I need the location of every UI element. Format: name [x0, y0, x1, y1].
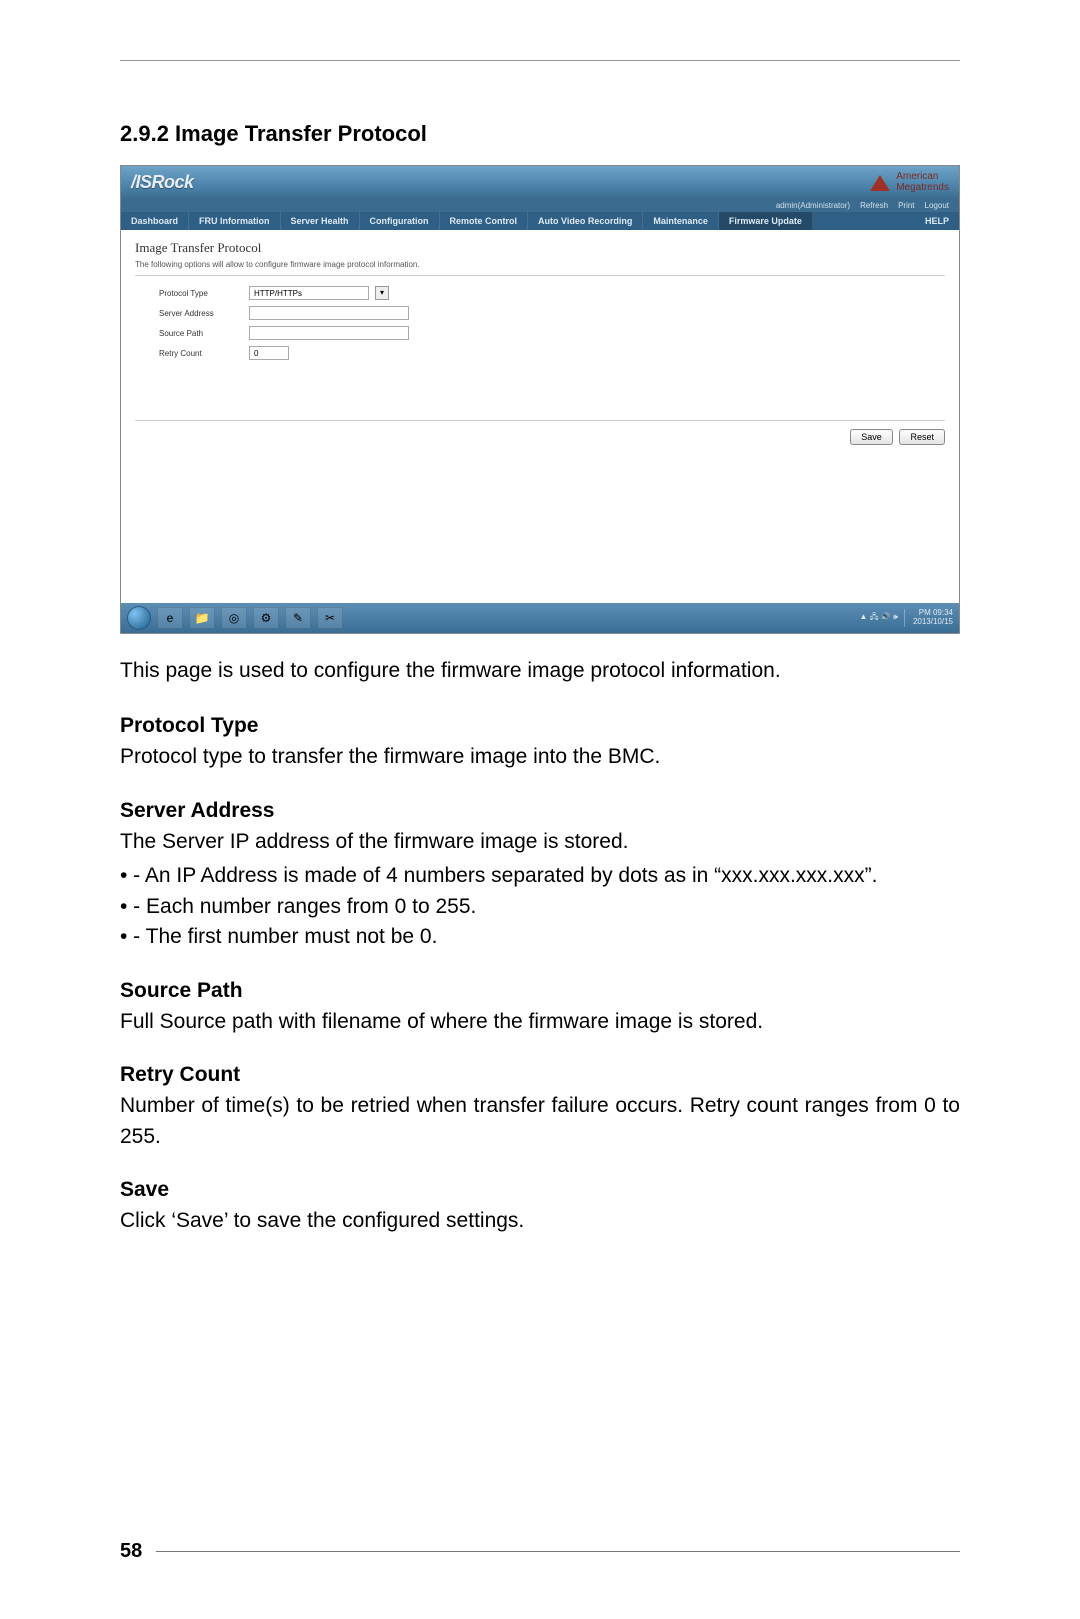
windows-taskbar: e 📁 ◎ ⚙ ✎ ✂ ▲ 🖧 🔊 🕪 PM 09:34 2013/10/15 [121, 603, 959, 633]
taskbar-app2-icon[interactable]: ⚙ [253, 607, 279, 629]
nav-fru[interactable]: FRU Information [189, 212, 281, 230]
intro-paragraph: This page is used to configure the firmw… [120, 656, 960, 686]
nav-firmware[interactable]: Firmware Update [719, 212, 813, 230]
taskbar-explorer-icon[interactable]: 📁 [189, 607, 215, 629]
nav-help[interactable]: HELP [915, 212, 959, 230]
top-rule [120, 60, 960, 61]
nav-dashboard[interactable]: Dashboard [121, 212, 189, 230]
screenshot-header: /ISRock American Megatrends [121, 166, 959, 199]
select-protocol-type[interactable] [249, 286, 369, 300]
page-number: 58 [120, 1540, 142, 1563]
nav-configuration[interactable]: Configuration [360, 212, 440, 230]
para-source-path: Full Source path with filename of where … [120, 1007, 960, 1037]
save-button[interactable]: Save [850, 429, 893, 445]
heading-protocol-type: Protocol Type [120, 714, 960, 738]
input-source-path[interactable] [249, 326, 409, 340]
ami-logo: American Megatrends [870, 172, 949, 193]
nav-avr[interactable]: Auto Video Recording [528, 212, 643, 230]
screenshot-page-title: Image Transfer Protocol [135, 240, 945, 256]
asrock-logo: /ISRock [131, 172, 194, 193]
heading-retry-count: Retry Count [120, 1063, 960, 1087]
userbar-user: admin(Administrator) [776, 201, 850, 210]
label-retry-count: Retry Count [159, 349, 249, 358]
label-source-path: Source Path [159, 329, 249, 338]
nav-bar: Dashboard FRU Information Server Health … [121, 212, 959, 230]
nav-remote[interactable]: Remote Control [440, 212, 529, 230]
dropdown-icon[interactable]: ▾ [375, 286, 389, 300]
para-protocol-type: Protocol type to transfer the firmware i… [120, 742, 960, 772]
config-form: Protocol Type ▾ Server Address Source Pa… [159, 286, 945, 360]
taskbar-app4-icon[interactable]: ✂ [317, 607, 343, 629]
form-divider [135, 420, 945, 421]
taskbar-app3-icon[interactable]: ✎ [285, 607, 311, 629]
heading-save: Save [120, 1178, 960, 1202]
start-button-icon[interactable] [127, 606, 151, 630]
screenshot-description: The following options will allow to conf… [135, 260, 945, 276]
label-server-address: Server Address [159, 309, 249, 318]
para-retry-count: Number of time(s) to be retried when tra… [120, 1091, 960, 1152]
screenshot-body: Image Transfer Protocol The following op… [121, 230, 959, 603]
tray-icons[interactable]: ▲ 🖧 🔊 🕪 [859, 611, 898, 625]
list-server-address: An IP Address is made of 4 numbers separ… [120, 861, 960, 952]
heading-server-address: Server Address [120, 799, 960, 823]
userbar-logout[interactable]: Logout [925, 201, 949, 210]
ami-text-top: American [896, 172, 949, 183]
page-footer: 58 [120, 1540, 960, 1563]
para-save: Click ‘Save’ to save the configured sett… [120, 1206, 960, 1236]
label-protocol-type: Protocol Type [159, 289, 249, 298]
ami-text-bottom: Megatrends [896, 183, 949, 194]
taskbar-app1-icon[interactable]: ◎ [221, 607, 247, 629]
userbar-refresh[interactable]: Refresh [860, 201, 888, 210]
heading-source-path: Source Path [120, 979, 960, 1003]
embedded-screenshot: /ISRock American Megatrends admin(Admini… [120, 165, 960, 634]
bullet-first-number: The first number must not be 0. [120, 922, 960, 952]
reset-button[interactable]: Reset [899, 429, 945, 445]
system-tray: ▲ 🖧 🔊 🕪 PM 09:34 2013/10/15 [859, 609, 953, 627]
section-heading: 2.9.2 Image Transfer Protocol [120, 121, 960, 147]
nav-maintenance[interactable]: Maintenance [643, 212, 719, 230]
taskbar-ie-icon[interactable]: e [157, 607, 183, 629]
bullet-ip-format: An IP Address is made of 4 numbers separ… [120, 861, 960, 891]
userbar-print[interactable]: Print [898, 201, 914, 210]
tray-clock[interactable]: PM 09:34 2013/10/15 [904, 609, 953, 627]
footer-rule [156, 1551, 960, 1552]
user-bar: admin(Administrator) Refresh Print Logou… [121, 199, 959, 212]
bullet-number-range: Each number ranges from 0 to 255. [120, 892, 960, 922]
ami-triangle-icon [870, 175, 890, 191]
input-retry-count[interactable] [249, 346, 289, 360]
input-server-address[interactable] [249, 306, 409, 320]
nav-server-health[interactable]: Server Health [281, 212, 360, 230]
para-server-address: The Server IP address of the firmware im… [120, 827, 960, 857]
